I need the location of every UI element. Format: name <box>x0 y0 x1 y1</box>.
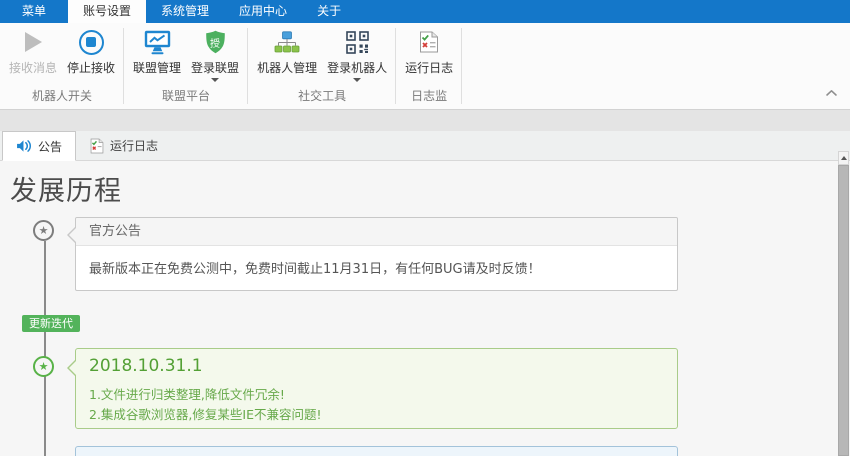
shield-char-label: 授 <box>210 39 221 50</box>
tab-label: 运行日志 <box>110 139 159 153</box>
stop-icon <box>78 27 104 57</box>
announcement-pane: 发展历程 ★ 官方公告 最新版本正在免费公测中，免费时间截止11月31日，有任何… <box>0 161 850 456</box>
button-label: 联盟管理 <box>133 61 182 75</box>
run-log-button[interactable]: 运行日志 <box>400 27 458 76</box>
qr-code-icon <box>345 27 369 57</box>
dropdown-arrow-icon <box>353 76 362 84</box>
app-window: 菜单 账号设置 系统管理 应用中心 关于 接收消息 停止接收 机器人开关 联盟管… <box>0 0 850 456</box>
ribbon-toolbar: 接收消息 停止接收 机器人开关 联盟管理 授 登录联盟 联盟平台 机器人管理 登… <box>0 23 850 110</box>
log-doc-icon <box>90 138 104 153</box>
monitor-chart-icon <box>144 27 171 57</box>
log-doc-icon <box>419 27 439 57</box>
scrollbar-thumb[interactable] <box>838 165 849 456</box>
next-release-card-partial <box>75 446 678 456</box>
announcement-title: 官方公告 <box>76 218 677 246</box>
login-robot-button[interactable]: 登录机器人 <box>322 27 392 84</box>
tab-announcement[interactable]: 公告 <box>2 131 77 161</box>
play-icon <box>24 27 42 57</box>
button-label: 接收消息 <box>9 61 58 75</box>
menu-item-account-settings[interactable]: 账号设置 <box>68 0 147 23</box>
button-label: 登录联盟 <box>191 61 240 75</box>
page-title: 发展历程 <box>10 176 122 207</box>
ribbon-group-label: 社交工具 <box>298 89 347 103</box>
timeline-line <box>44 241 46 456</box>
release-version: 2018.10.31.1 <box>89 356 203 376</box>
shield-auth-icon: 授 <box>205 27 226 57</box>
chevron-up-icon <box>826 90 837 96</box>
ribbon-group-label: 机器人开关 <box>32 89 93 103</box>
stop-receiving-button[interactable]: 停止接收 <box>62 27 120 76</box>
ribbon-group-label: 联盟平台 <box>162 89 211 103</box>
release-card: 2018.10.31.1 1.文件进行归类整理,降低文件冗余! 2.集成谷歌浏览… <box>67 348 678 429</box>
collapse-ribbon-button[interactable] <box>825 82 838 101</box>
scroll-up-arrow-icon <box>840 156 847 160</box>
receive-messages-button[interactable]: 接收消息 <box>4 27 62 76</box>
announcement-body: 最新版本正在免费公测中，免费时间截止11月31日，有任何BUG请及时反馈！ <box>89 262 541 277</box>
ribbon-group-label: 日志监 <box>411 89 448 103</box>
menu-item-menu[interactable]: 菜单 <box>0 0 68 23</box>
document-tab-bar: 公告 运行日志 <box>0 131 850 161</box>
release-note: 2.集成谷歌浏览器,修复某些IE不兼容问题! <box>89 407 322 422</box>
tab-run-log[interactable]: 运行日志 <box>76 131 172 160</box>
org-tree-icon <box>274 27 300 57</box>
menu-item-system-management[interactable]: 系统管理 <box>146 0 224 23</box>
menu-bar: 菜单 账号设置 系统管理 应用中心 关于 <box>0 0 850 23</box>
ribbon-group-alliance-platform: 联盟管理 授 登录联盟 联盟平台 <box>124 23 249 109</box>
star-icon: ★ <box>38 224 49 237</box>
scroll-up-button[interactable] <box>838 151 849 165</box>
button-label: 登录机器人 <box>327 61 388 75</box>
star-icon: ★ <box>38 360 49 373</box>
menu-item-about[interactable]: 关于 <box>302 0 356 23</box>
button-label: 运行日志 <box>405 61 454 75</box>
dropdown-arrow-icon <box>211 76 220 84</box>
button-label: 停止接收 <box>67 61 116 75</box>
update-iteration-badge: 更新迭代 <box>22 315 80 332</box>
release-note: 1.文件进行归类整理,降低文件冗余! <box>89 387 285 402</box>
ribbon-group-social-tools: 机器人管理 登录机器人 社交工具 <box>248 23 397 109</box>
ribbon-bottom-strip <box>0 110 850 131</box>
speaker-icon <box>17 140 32 152</box>
announcement-card: 官方公告 最新版本正在免费公测中，免费时间截止11月31日，有任何BUG请及时反… <box>67 217 678 291</box>
alliance-management-button[interactable]: 联盟管理 <box>128 27 186 76</box>
button-label: 机器人管理 <box>257 61 318 75</box>
tab-label: 公告 <box>38 139 63 154</box>
ribbon-group-log-monitor: 运行日志 日志监 <box>396 23 463 109</box>
timeline-node-release: ★ <box>33 356 54 377</box>
login-alliance-button[interactable]: 授 登录联盟 <box>186 27 244 84</box>
menu-item-app-center[interactable]: 应用中心 <box>224 0 302 23</box>
vertical-scrollbar[interactable] <box>838 151 849 456</box>
robot-management-button[interactable]: 机器人管理 <box>252 27 322 76</box>
timeline-node-announcement: ★ <box>33 220 54 241</box>
ribbon-group-robot-switch: 接收消息 停止接收 机器人开关 <box>0 23 125 109</box>
